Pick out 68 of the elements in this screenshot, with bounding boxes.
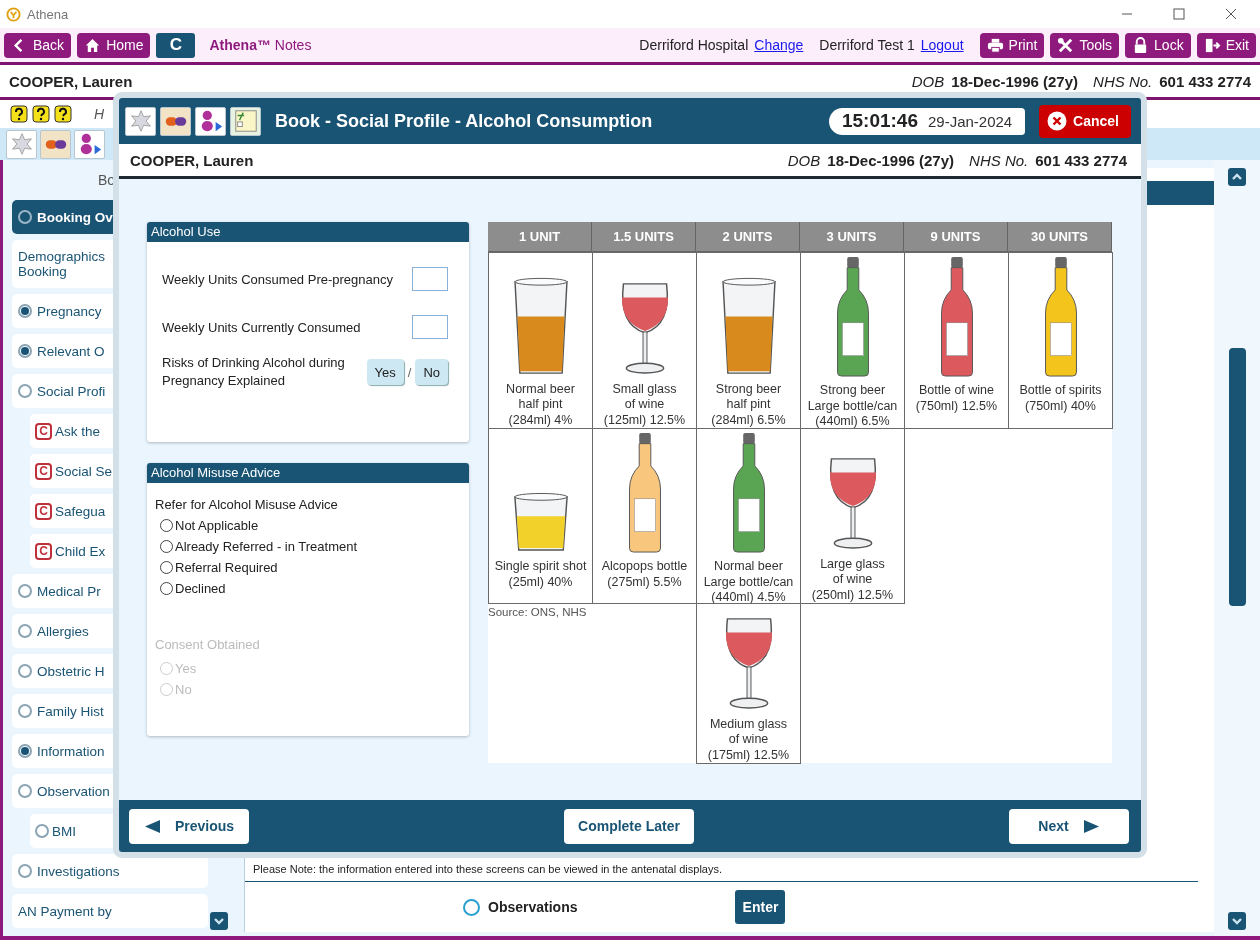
drink-caption: Strong beer Large bottle/can (440ml) 6.5% xyxy=(807,383,898,430)
column-header: 1 UNIT xyxy=(488,222,592,252)
card-title: Alcohol Misuse Advice xyxy=(147,463,469,483)
user-name: Derriford Test 1 xyxy=(819,37,915,53)
nhs-label: NHS No. xyxy=(1093,72,1153,90)
dob-label: DOB xyxy=(911,72,945,90)
sidebar-label: Pregnancy xyxy=(37,303,102,319)
hospital-name: Derriford Hospital xyxy=(639,37,749,53)
drink-caption: Alcopops bottle (275ml) 5.5% xyxy=(601,559,688,590)
drink-caption: Large glass of wine (250ml) 12.5% xyxy=(811,556,894,603)
time-text: 15:01:46 xyxy=(841,110,918,132)
hint-text: H xyxy=(94,106,105,122)
app-brand: Athena™ Notes xyxy=(209,37,312,53)
sidebar-label: Observation xyxy=(37,783,110,799)
nhs-label: NHS No. xyxy=(969,151,1029,169)
column-header: 2 UNITS xyxy=(696,222,800,252)
drink-caption: Strong beer half pint (284ml) 6.5% xyxy=(711,381,786,428)
badge: C xyxy=(35,422,52,440)
option-label: Yes xyxy=(175,661,197,676)
sidebar-label: Investigations xyxy=(37,863,120,879)
column-header: 9 UNITS xyxy=(904,222,1008,252)
sidebar-label: Information xyxy=(37,743,105,759)
option-label: Already Referred - in Treatment xyxy=(175,539,358,554)
sidebar-label: Social Se xyxy=(55,463,113,479)
option-label: Observations xyxy=(488,899,578,915)
badge: C xyxy=(35,502,52,520)
sidebar-label: Demographics Booking xyxy=(18,249,106,279)
sidebar-label: Social Profi xyxy=(37,383,106,399)
drink-caption: Medium glass of wine (175ml) 12.5% xyxy=(707,716,790,763)
dob-value: 18-Dec-1996 (27y) xyxy=(827,151,955,169)
sidebar-label: Obstetric H xyxy=(37,663,105,679)
question-label: Refer for Alcohol Misuse Advice xyxy=(154,496,339,514)
sidebar-label: Safegua xyxy=(55,503,106,519)
date-text: 29-Jan-2024 xyxy=(928,112,1013,130)
drink-caption: Bottle of spirits (750ml) 40% xyxy=(1019,383,1102,414)
badge: C xyxy=(35,542,52,560)
drink-caption: Normal beer Large bottle/can (440ml) 4.5% xyxy=(703,559,794,606)
source-note: Source: ONS, NHS xyxy=(488,605,588,620)
drink-caption: Single spirit shot (25ml) 40% xyxy=(494,559,587,590)
sidebar-label: BMI xyxy=(52,823,76,839)
sidebar-label: Allergies xyxy=(37,623,89,639)
dob-value: 18-Dec-1996 (27y) xyxy=(951,72,1079,90)
patient-name: COOPER, Lauren xyxy=(130,151,254,169)
sidebar-label: Ask the xyxy=(55,423,101,439)
column-header: 3 UNITS xyxy=(800,222,904,252)
sidebar-label: Child Ex xyxy=(55,543,106,559)
column-header: 1.5 UNITS xyxy=(592,222,696,252)
column-header: 30 UNITS xyxy=(1008,222,1112,252)
drink-caption: Normal beer half pint (284ml) 4% xyxy=(506,381,575,428)
sidebar-label: AN Payment by xyxy=(18,903,112,919)
separator-text: / xyxy=(407,364,412,380)
option-label: Not Applicable xyxy=(175,518,259,533)
note-text: Please Note: the information entered into these screens can be viewed in the antenatal displays. xyxy=(245,863,1198,882)
sidebar-label: Relevant O xyxy=(37,343,105,359)
card-title: Alcohol Use xyxy=(147,222,469,242)
nhs-number: 601 433 2774 xyxy=(1035,151,1127,169)
sidebar-label: Medical Pr xyxy=(37,583,101,599)
dialog-title: Book - Social Profile - Alcohol Consumption xyxy=(275,110,654,132)
drink-caption: Bottle of wine (750ml) 12.5% xyxy=(915,383,998,414)
drink-caption: Small glass of wine (125ml) 12.5% xyxy=(603,381,686,428)
dob-label: DOB xyxy=(787,151,821,169)
window-title: Athena xyxy=(27,6,69,22)
sidebar-label: Booking Ov xyxy=(37,209,113,225)
patient-name: COOPER, Lauren xyxy=(9,72,133,90)
sidebar-label: Family Hist xyxy=(37,703,104,719)
badge: C xyxy=(35,462,52,480)
option-label: Referral Required xyxy=(175,560,278,575)
nhs-number: 601 433 2774 xyxy=(1159,72,1251,90)
